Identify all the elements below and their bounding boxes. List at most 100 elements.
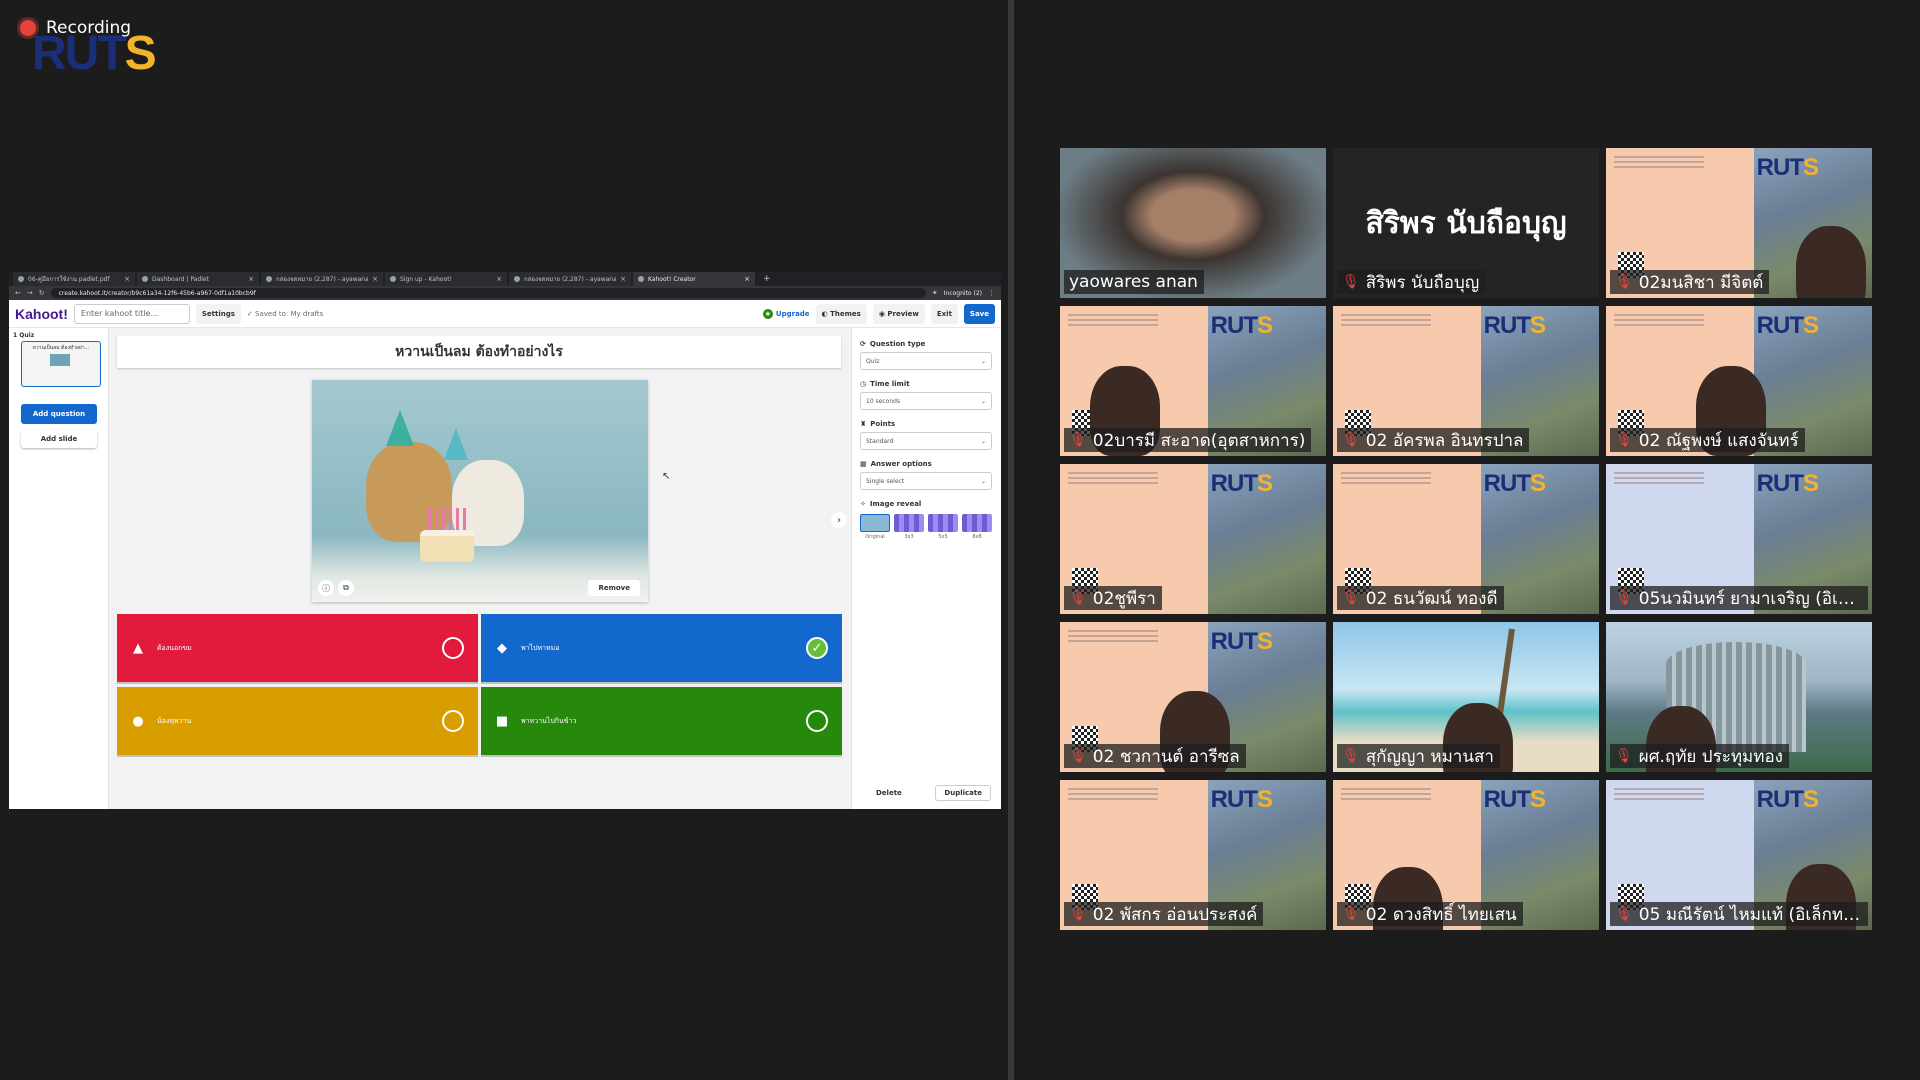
participant-tile[interactable]: RUTS 🎙︎ 05นวมินทร์ ยามาเจริญ (อิเล็ก...: [1606, 464, 1872, 614]
close-icon[interactable]: ×: [620, 275, 626, 283]
correct-answer-toggle[interactable]: ✓: [806, 637, 828, 659]
image-reveal-option[interactable]: Original: [860, 514, 890, 540]
mic-muted-icon: 🎙︎: [1069, 748, 1087, 764]
participant-name: 02 ชวกานต์ อารีซล: [1092, 746, 1240, 767]
participant-tile[interactable]: RUTS 🎙︎ 02 พัสกร อ่อนประสงค์: [1060, 780, 1326, 930]
slide-sidebar: 1 Quiz หวานเป็นลม ต้องทำอย่า... Add ques…: [9, 328, 109, 809]
close-icon[interactable]: ×: [744, 275, 750, 283]
browser-tab[interactable]: กล่องจดหมาย (2,287) - ayawanan... ×: [261, 272, 383, 286]
correct-answer-toggle[interactable]: [442, 637, 464, 659]
split-divider[interactable]: [1008, 0, 1014, 1080]
question-image[interactable]: ⓘ ⧉ Remove: [312, 380, 648, 602]
slide-thumbnail[interactable]: หวานเป็นลม ต้องทำอย่า...: [21, 341, 101, 387]
participant-name: 02ชูพีรา: [1092, 588, 1156, 609]
image-reveal-option[interactable]: 8x8: [962, 514, 992, 540]
participant-tile[interactable]: RUTS 🎙︎ 02ชูพีรา: [1060, 464, 1326, 614]
participant-nameplate: 🎙︎ 05 มณีรัตน์ ไหมแท้ (อิเล็กทรอ...: [1610, 902, 1868, 926]
mic-muted-icon: 🎙︎: [1342, 906, 1360, 922]
browser-tab[interactable]: Kahoot! Creator ×: [633, 272, 755, 286]
question-title[interactable]: หวานเป็นลม ต้องทำอย่างไร: [117, 336, 841, 368]
favicon-icon: [638, 276, 644, 282]
recording-indicator[interactable]: Recording: [20, 18, 131, 38]
forward-icon[interactable]: →: [27, 289, 33, 297]
answer-text[interactable]: พาไปหาหมอ: [521, 643, 806, 654]
chevron-right-icon[interactable]: ›: [831, 512, 847, 528]
browser-tab[interactable]: Sign up - Kahoot! ×: [385, 272, 507, 286]
chevron-down-icon: ⌄: [980, 437, 986, 445]
browser-tab[interactable]: กล่องจดหมาย (2,287) - ayawanan... ×: [509, 272, 631, 286]
points-label: ♜ Points: [860, 420, 896, 428]
participant-tile[interactable]: สิริพร นับถือบุญ 🎙︎ สิริพร นับถือบุญ: [1333, 148, 1599, 298]
new-tab-button[interactable]: +: [757, 272, 777, 286]
cake-image: [420, 530, 474, 562]
favicon-icon: [514, 276, 520, 282]
duplicate-button[interactable]: Duplicate: [935, 785, 991, 801]
answer-text[interactable]: พาหวานไปกินข้าว: [521, 716, 806, 727]
close-icon[interactable]: ×: [124, 275, 130, 283]
participant-nameplate: 🎙︎ สิริพร นับถือบุญ: [1337, 270, 1486, 294]
participant-tile[interactable]: RUTS 🎙︎ 02บารมี สะอาด(อุตสาหการ): [1060, 306, 1326, 456]
participant-nameplate: 🎙︎ 02 พัสกร อ่อนประสงค์: [1064, 902, 1264, 926]
mic-muted-icon: 🎙︎: [1069, 590, 1087, 606]
answer-option[interactable]: ◆ พาไปหาหมอ ✓: [481, 614, 842, 682]
save-button[interactable]: Save: [963, 303, 995, 324]
add-slide-button[interactable]: Add slide: [21, 430, 97, 448]
correct-answer-toggle[interactable]: [442, 710, 464, 732]
answer-grid: ▲ ต้องนอกขม ◆ พาไปหาหมอ ✓ ● น้องหุหวาน ■ พาหวานไ…: [117, 614, 842, 755]
participant-nameplate: 🎙︎ 02 ชวกานต์ อารีซล: [1064, 744, 1246, 768]
themes-button[interactable]: ◐ Themes: [815, 303, 867, 324]
crop-icon[interactable]: ⧉: [338, 580, 354, 596]
participant-tile[interactable]: yaowares anan: [1060, 148, 1326, 298]
participant-tile[interactable]: RUTS 🎙︎ 02 ธนวัฒน์ ทองดี: [1333, 464, 1599, 614]
mic-muted-icon: 🎙︎: [1615, 274, 1633, 290]
participant-tile[interactable]: RUTS 🎙︎ 02มนสิชา มีจิตต์: [1606, 148, 1872, 298]
participant-tile[interactable]: RUTS 🎙︎ 05 มณีรัตน์ ไหมแท้ (อิเล็กทรอ...: [1606, 780, 1872, 930]
correct-answer-toggle[interactable]: [806, 710, 828, 732]
reload-icon[interactable]: ↻: [39, 289, 45, 297]
info-icon[interactable]: ⓘ: [318, 580, 334, 596]
kahoot-title-input[interactable]: Enter kahoot title...: [73, 303, 190, 324]
upgrade-button[interactable]: ★ Upgrade: [762, 308, 810, 319]
participant-tile[interactable]: RUTS 🎙︎ 02 ณัฐพงษ์ แสงจันทร์: [1606, 306, 1872, 456]
close-icon[interactable]: ×: [372, 275, 378, 283]
close-icon[interactable]: ×: [496, 275, 502, 283]
answer-option[interactable]: ■ พาหวานไปกินข้าว: [481, 687, 842, 755]
incognito-badge[interactable]: Incognito (2): [944, 290, 982, 297]
add-question-button[interactable]: Add question: [21, 404, 97, 424]
points-select[interactable]: Standard ⌄: [860, 432, 992, 450]
close-icon[interactable]: ×: [248, 275, 254, 283]
participant-tile[interactable]: RUTS 🎙︎ 02 ดวงสิทธิ์ ไทยเสน: [1333, 780, 1599, 930]
reveal-swatch: [860, 514, 890, 532]
exit-button[interactable]: Exit: [930, 303, 958, 324]
answer-option[interactable]: ● น้องหุหวาน: [117, 687, 478, 755]
chevron-down-icon: ⌄: [980, 477, 986, 485]
time-limit-select[interactable]: 10 seconds ⌄: [860, 392, 992, 410]
star-icon: ★: [762, 308, 773, 319]
remove-image-button[interactable]: Remove: [588, 580, 640, 596]
back-icon[interactable]: ←: [15, 289, 21, 297]
image-reveal-label: ✧ Image reveal: [860, 500, 922, 508]
favicon-icon: [390, 276, 396, 282]
delete-button[interactable]: Delete: [862, 789, 902, 797]
image-reveal-option[interactable]: 5x5: [928, 514, 958, 540]
answer-text[interactable]: น้องหุหวาน: [157, 716, 442, 727]
image-reveal-option[interactable]: 3x3: [894, 514, 924, 540]
answer-options-select[interactable]: Single select ⌄: [860, 472, 992, 490]
participant-tile[interactable]: RUTS 🎙︎ 02 อัครพล อินทรปาล: [1333, 306, 1599, 456]
saved-status: ✓ Saved to: My drafts: [246, 309, 324, 318]
answer-text[interactable]: ต้องนอกขม: [157, 643, 442, 654]
participant-tile[interactable]: 🎙︎ ผศ.ฤทัย ประทุมทอง: [1606, 622, 1872, 772]
settings-button[interactable]: Settings: [195, 303, 241, 324]
answer-option[interactable]: ▲ ต้องนอกขม: [117, 614, 478, 682]
preview-button[interactable]: ◉ Preview: [872, 303, 925, 324]
browser-tab[interactable]: Dashboard | Padlet ×: [137, 272, 259, 286]
extensions-icon[interactable]: ✦: [932, 289, 938, 297]
participant-tile[interactable]: RUTS 🎙︎ 02 ชวกานต์ อารีซล: [1060, 622, 1326, 772]
menu-icon[interactable]: ⋮: [988, 289, 995, 297]
question-type-select[interactable]: Quiz ⌄: [860, 352, 992, 370]
url-field[interactable]: create.kahoot.it/creator/b9c61a34-12f6-4…: [50, 288, 926, 298]
mic-muted-icon: 🎙︎: [1069, 432, 1087, 448]
kahoot-logo[interactable]: Kahoot!: [15, 306, 68, 322]
browser-tab[interactable]: 06-คู่มือการใช้งาน padlet.pdf ×: [13, 272, 135, 286]
participant-tile[interactable]: 🎙︎ สุกัญญา หมานสา: [1333, 622, 1599, 772]
